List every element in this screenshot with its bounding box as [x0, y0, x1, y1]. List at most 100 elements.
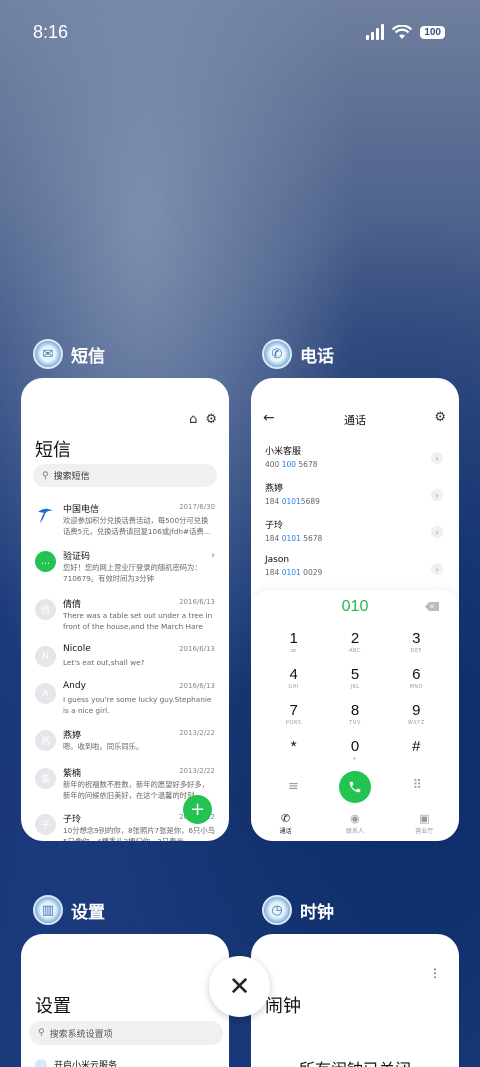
contact-number: 184 01015689 — [265, 497, 320, 506]
dial-actions: ≡ ⠿ — [251, 771, 459, 804]
app-name: 短信 — [71, 346, 105, 367]
search-placeholder: 搜索系统设置项 — [49, 1029, 113, 1040]
chat-bubble-icon: … — [35, 551, 56, 572]
phone-app-icon: ✆ — [262, 339, 292, 369]
settings-item-label: 开启小米云服务 — [54, 1061, 118, 1067]
tab-contacts[interactable]: ◉ 联系人 — [330, 812, 380, 835]
status-bar: 8:16 100 — [0, 0, 480, 66]
china-telecom-logo-icon — [35, 504, 56, 525]
message-sender: 倩倩 — [63, 600, 82, 610]
dial-key-6[interactable]: 6 MNO — [386, 666, 447, 696]
message-sender: 中国电信 — [63, 505, 100, 515]
dial-key-0[interactable]: 0 + — [324, 738, 385, 768]
dial-key-hash[interactable]: # — [386, 738, 447, 768]
message-date: 2013/2/22 — [179, 729, 215, 737]
gear-icon[interactable]: ⚙ — [205, 412, 217, 427]
dial-key-2[interactable]: 2 ABC — [324, 630, 385, 660]
avatar: 燕 — [35, 730, 56, 751]
message-date: 2016/6/13 — [179, 598, 215, 606]
sms-card[interactable]: ⌂ ⚙ 短信 ⚲ 搜索短信 中国电信 2017/6/30 欢迎参加积分兑换话费活… — [21, 378, 229, 841]
search-placeholder: 搜索短信 — [53, 472, 90, 482]
phone-icon: ✆ — [281, 812, 291, 825]
dial-key-7[interactable]: 7 PQRS — [263, 702, 324, 732]
signal-icon — [366, 24, 385, 40]
chevron-right-icon[interactable]: › — [431, 526, 443, 538]
dialpad-grid-icon[interactable]: ⠿ — [412, 778, 422, 793]
app-label-clock[interactable]: ◷ 时钟 — [262, 895, 334, 925]
dial-key-9[interactable]: 9 WXYZ — [386, 702, 447, 732]
menu-icon[interactable]: ≡ — [288, 779, 299, 794]
status-icons: 100 — [366, 24, 445, 40]
dialpad: 010 ✕ 1ꝏ 2 ABC 3 DEF 4 GHI 5 JKL 6 MNO 7 PQRS … — [251, 590, 459, 841]
message-preview: I guess you're some lucky guy.Stephanie … — [63, 695, 212, 715]
message-date: 2013/2/22 — [179, 767, 215, 775]
tab-service-hall[interactable]: ▣ 营业厅 — [399, 812, 449, 835]
message-sender: 燕婷 — [63, 731, 82, 741]
settings-app-icon: ▥ — [33, 895, 63, 925]
chevron-right-icon[interactable]: › — [431, 452, 443, 464]
page-title: 通话 — [344, 414, 366, 427]
chevron-right-icon[interactable]: › — [431, 563, 443, 575]
phone-header: ← 通话 ⚙ — [251, 410, 459, 430]
close-all-button[interactable]: ✕ — [209, 956, 270, 1017]
app-label-sms[interactable]: ✉ 短信 — [33, 339, 105, 369]
message-preview: Let's eat out,shall we? — [63, 658, 145, 667]
message-preview: 嗯。收到啦。同乐同乐。 — [63, 742, 144, 751]
list-item[interactable]: 倩 倩倩 2016/6/13 There was a table set out… — [35, 597, 215, 641]
avatar: 倩 — [35, 599, 56, 620]
contact-number: 184 0101 5678 — [265, 534, 323, 543]
contact-name: Jason — [265, 555, 290, 565]
contact-number: 400 100 5678 — [265, 460, 318, 469]
more-options-icon[interactable]: ⋮ — [429, 966, 441, 980]
contact-row[interactable]: 燕婷 184 01015689 › — [265, 481, 445, 513]
dial-key-3[interactable]: 3 DEF — [386, 630, 447, 660]
chevron-right-icon: › — [211, 550, 215, 561]
dial-key-star[interactable]: * — [263, 738, 324, 768]
empty-state-message: 所有闹钟已关闭 — [251, 1056, 459, 1067]
message-sender: 紫楠 — [63, 769, 82, 779]
settings-card[interactable]: 设置 ⚲ 搜索系统设置项 开启小米云服务 — [21, 934, 229, 1067]
dial-key-1[interactable]: 1ꝏ — [263, 630, 324, 660]
list-item[interactable]: 中国电信 2017/6/30 欢迎参加积分兑换话费活动，每500分可兑换话费5元… — [35, 502, 215, 546]
avatar: N — [35, 646, 56, 667]
tab-calls[interactable]: ✆ 通话 — [261, 812, 311, 835]
avatar: A — [35, 683, 56, 704]
contact-row[interactable]: 子玲 184 0101 5678 › — [265, 518, 445, 550]
dial-key-5[interactable]: 5 JKL — [324, 666, 385, 696]
contact-row[interactable]: Jason 184 0101 0029 › — [265, 555, 445, 587]
message-preview: 您好！您的网上营业厅登录的随机密码为：710679。有效时间为3分钟 — [63, 563, 202, 583]
message-sender: Andy — [63, 681, 86, 691]
new-message-button[interactable]: + — [183, 795, 212, 824]
contact-number: 184 0101 0029 — [265, 568, 323, 577]
app-label-settings[interactable]: ▥ 设置 — [33, 895, 105, 925]
wifi-icon — [392, 24, 413, 39]
call-button[interactable] — [339, 771, 371, 803]
list-item[interactable]: … 验证码 › 您好！您的网上营业厅登录的随机密码为：710679。有效时间为3… — [35, 549, 215, 593]
cloud-icon — [35, 1058, 47, 1067]
search-input[interactable]: ⚲ 搜索短信 — [33, 464, 217, 487]
avatar: 子 — [35, 814, 56, 835]
search-icon: ⚲ — [42, 470, 49, 481]
store-icon: ▣ — [419, 812, 430, 825]
phone-card[interactable]: ← 通话 ⚙ 小米客服 400 100 5678 › 燕婷 184 010156… — [251, 378, 459, 841]
page-title: 短信 — [35, 440, 71, 461]
dial-key-8[interactable]: 8 TUV — [324, 702, 385, 732]
list-item[interactable]: A Andy 2016/6/13 I guess you're some luc… — [35, 681, 215, 725]
message-sender: 验证码 — [63, 552, 91, 562]
avatar: 紫 — [35, 768, 56, 789]
phone-icon — [349, 781, 361, 793]
clock-card[interactable]: ⋮ 闹钟 所有闹钟已关闭 — [251, 934, 459, 1067]
app-label-phone[interactable]: ✆ 电话 — [262, 339, 334, 369]
message-preview: 10分想念9别的你，8张照片7张是你，6只小鸟5只像你，4棵香头3棵归你，2只春… — [63, 826, 215, 841]
message-preview: There was a table set out under a tree i… — [63, 611, 213, 631]
settings-item-cloud[interactable]: 开启小米云服务 — [35, 1058, 117, 1067]
sms-app-icon: ✉ — [33, 339, 63, 369]
battery-icon: 100 — [420, 25, 445, 39]
contact-row[interactable]: 小米客服 400 100 5678 › — [265, 444, 445, 476]
search-input[interactable]: ⚲ 搜索系统设置项 — [29, 1021, 223, 1045]
message-sender: 子玲 — [63, 815, 82, 825]
clean-icon[interactable]: ⌂ — [189, 412, 197, 427]
dial-key-4[interactable]: 4 GHI — [263, 666, 324, 696]
chevron-right-icon[interactable]: › — [431, 489, 443, 501]
gear-icon[interactable]: ⚙ — [434, 410, 446, 425]
